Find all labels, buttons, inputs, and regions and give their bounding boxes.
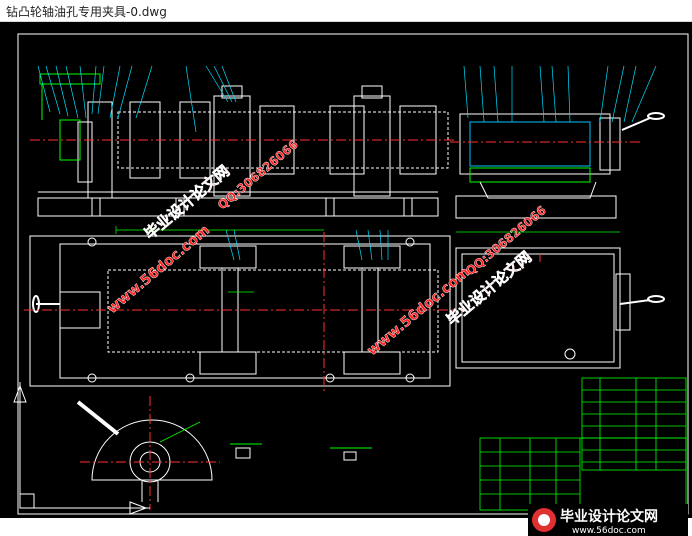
ucs-icon	[13, 382, 150, 515]
leader-lines	[37, 65, 657, 261]
logo-text: 毕业设计论文网	[560, 508, 658, 525]
side-view	[455, 112, 665, 219]
detail-view	[76, 400, 213, 502]
cad-drawing-canvas[interactable]: 毕业设计论文网 QQ:306826066 www.56doc.com QQ:30…	[0, 22, 692, 536]
site-logo-svg: 毕业设计论文网 www.56doc.com	[528, 504, 688, 536]
logo-url: www.56doc.com	[572, 526, 646, 536]
title-block	[479, 377, 687, 511]
site-logo[interactable]: 毕业设计论文网 www.56doc.com	[528, 504, 688, 536]
small-details	[230, 443, 372, 461]
dimension-lines	[115, 226, 620, 443]
drawing-svg: 毕业设计论文网 QQ:306826066 www.56doc.com QQ:30…	[13, 33, 689, 515]
window-title: 钻凸轮轴油孔专用夹具-0.dwg	[6, 5, 167, 19]
window-titlebar: 钻凸轮轴油孔专用夹具-0.dwg	[0, 0, 692, 22]
side-top-view	[455, 247, 665, 369]
